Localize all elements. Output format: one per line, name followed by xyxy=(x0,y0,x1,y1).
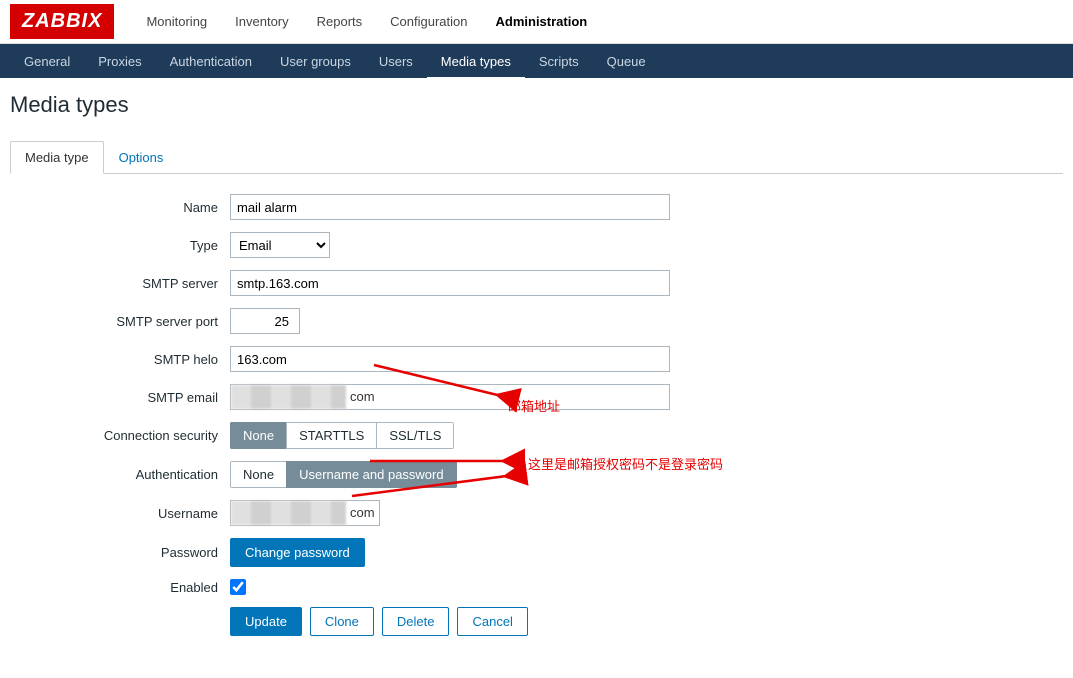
subnav-user-groups[interactable]: User groups xyxy=(266,44,365,78)
redacted-block xyxy=(231,501,346,525)
name-input[interactable] xyxy=(230,194,670,220)
tab-media-type[interactable]: Media type xyxy=(10,141,104,174)
label-smtp-email: SMTP email xyxy=(40,390,230,405)
topnav-inventory[interactable]: Inventory xyxy=(221,0,302,44)
enabled-checkbox[interactable] xyxy=(230,579,246,595)
top-nav: ZABBIX Monitoring Inventory Reports Conf… xyxy=(0,0,1073,44)
change-password-button[interactable]: Change password xyxy=(230,538,365,567)
label-smtp-port: SMTP server port xyxy=(40,314,230,329)
subnav-queue[interactable]: Queue xyxy=(593,44,660,78)
topnav-configuration[interactable]: Configuration xyxy=(376,0,481,44)
label-smtp-helo: SMTP helo xyxy=(40,352,230,367)
clone-button[interactable]: Clone xyxy=(310,607,374,636)
label-conn-security: Connection security xyxy=(40,428,230,443)
label-password: Password xyxy=(40,545,230,560)
update-button[interactable]: Update xyxy=(230,607,302,636)
redacted-block xyxy=(231,385,346,409)
label-authentication: Authentication xyxy=(40,467,230,482)
form: Name Type Email SMTP server xyxy=(10,174,1063,678)
annotation-arrow-username xyxy=(360,454,530,472)
annotation-arrow-email xyxy=(364,359,524,412)
topnav-monitoring[interactable]: Monitoring xyxy=(132,0,221,44)
annotation-text-password: 这里是邮箱授权密码不是登录密码 xyxy=(528,454,723,473)
subnav-general[interactable]: General xyxy=(10,44,84,78)
subnav-proxies[interactable]: Proxies xyxy=(84,44,155,78)
label-type: Type xyxy=(40,238,230,253)
cancel-button[interactable]: Cancel xyxy=(457,607,527,636)
subnav-media-types[interactable]: Media types xyxy=(427,46,525,80)
conn-security-group: None STARTTLS SSL/TLS xyxy=(230,422,454,449)
delete-button[interactable]: Delete xyxy=(382,607,450,636)
tabs: Media type Options xyxy=(10,140,1063,174)
conn-security-starttls[interactable]: STARTTLS xyxy=(286,422,377,449)
annotation-arrow-password xyxy=(342,474,532,517)
type-select[interactable]: Email xyxy=(230,232,330,258)
conn-security-ssltls[interactable]: SSL/TLS xyxy=(376,422,454,449)
annotation-text-email: 邮箱地址 xyxy=(508,396,560,415)
topnav-administration[interactable]: Administration xyxy=(482,0,602,44)
page-title: Media types xyxy=(0,78,1073,132)
label-smtp-server: SMTP server xyxy=(40,276,230,291)
label-name: Name xyxy=(40,200,230,215)
subnav-authentication[interactable]: Authentication xyxy=(156,44,266,78)
topnav-reports[interactable]: Reports xyxy=(303,0,377,44)
tab-options[interactable]: Options xyxy=(104,141,179,174)
conn-security-none[interactable]: None xyxy=(230,422,287,449)
smtp-server-input[interactable] xyxy=(230,270,670,296)
subnav-users[interactable]: Users xyxy=(365,44,427,78)
label-username: Username xyxy=(40,506,230,521)
smtp-port-input[interactable] xyxy=(230,308,300,334)
authentication-none[interactable]: None xyxy=(230,461,287,488)
logo: ZABBIX xyxy=(10,4,114,39)
label-enabled: Enabled xyxy=(40,580,230,595)
